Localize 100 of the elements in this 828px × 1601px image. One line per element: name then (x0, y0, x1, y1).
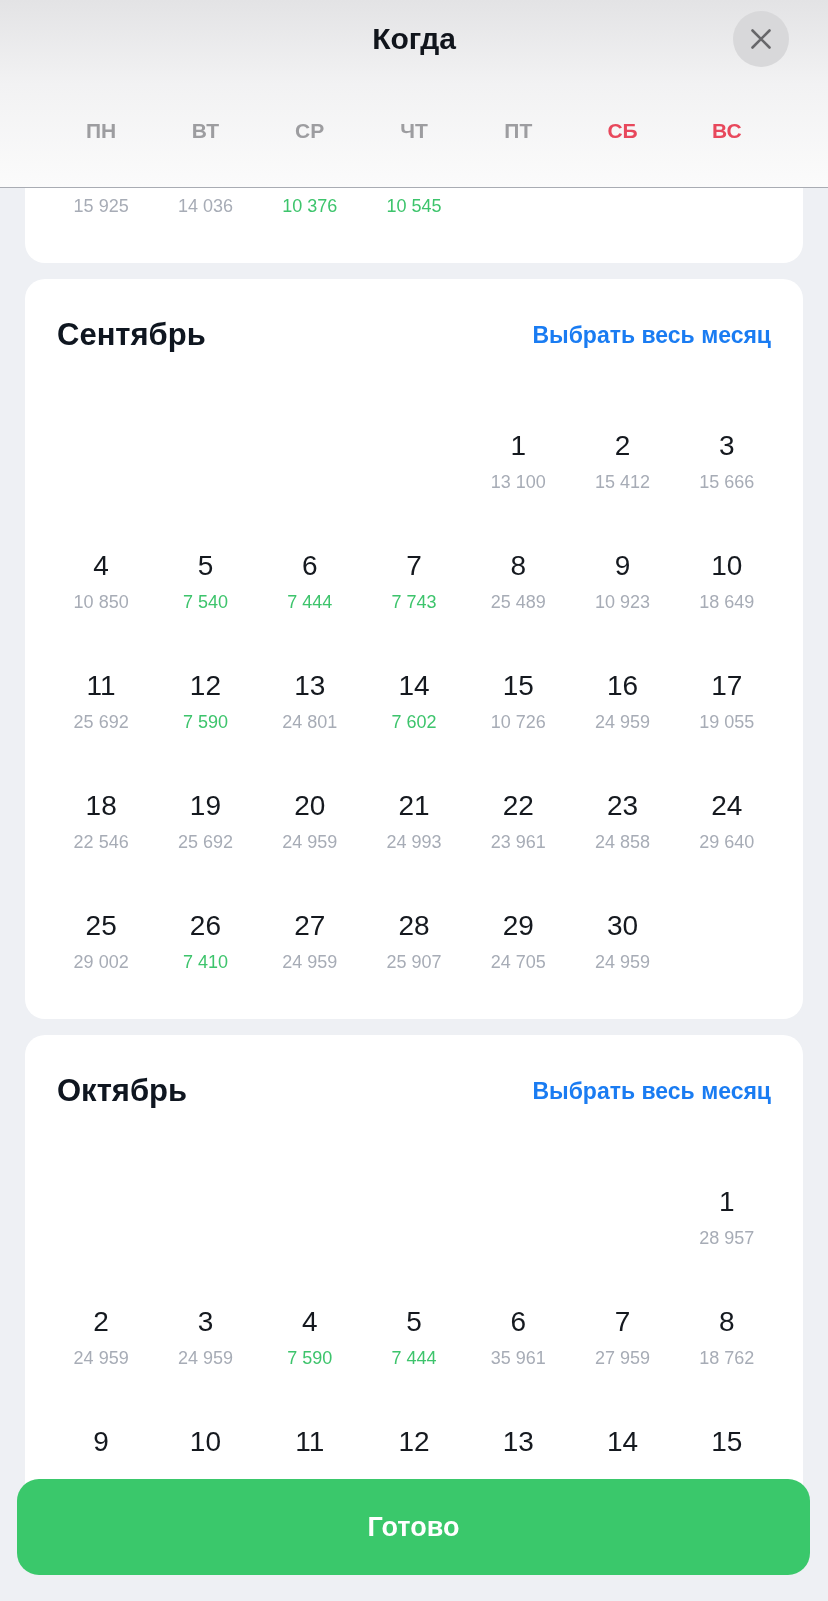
price-label: 23 961 (490, 831, 546, 853)
price-label: 29 002 (73, 951, 129, 973)
date-number[interactable]: 5 (406, 1305, 422, 1339)
date-number[interactable]: 14 (607, 1425, 639, 1459)
price-label: 28 957 (699, 1227, 755, 1249)
price-label: 7 590 (287, 1347, 333, 1369)
date-number[interactable]: 9 (93, 1425, 109, 1459)
date-number[interactable]: 4 (301, 1305, 318, 1339)
price-label: 7 540 (182, 591, 228, 613)
price-label: 14 036 (177, 195, 233, 217)
price-label: 35 961 (490, 1347, 546, 1369)
modal-title: Когда (372, 21, 456, 57)
price-label: 10 850 (73, 591, 129, 613)
date-number[interactable]: 19 (189, 789, 221, 823)
price-label: 18 762 (699, 1347, 755, 1369)
price-label: 24 959 (282, 831, 338, 853)
price-label: 25 489 (490, 591, 546, 613)
price-label: 7 743 (391, 591, 437, 613)
date-number[interactable]: 15 (711, 1425, 743, 1459)
date-number[interactable]: 11 (295, 1425, 325, 1459)
weekday-label: СБ (607, 118, 638, 144)
price-label: 24 959 (177, 1347, 233, 1369)
price-label: 24 959 (73, 1347, 129, 1369)
price-label: 24 959 (282, 951, 338, 973)
date-number[interactable]: 10 (711, 549, 743, 583)
date-number[interactable]: 24 (711, 789, 743, 823)
date-number[interactable]: 18 (85, 789, 117, 823)
weekday-label: ЧТ (400, 118, 428, 144)
price-label: 27 959 (595, 1347, 651, 1369)
price-label: 10 376 (282, 195, 338, 217)
price-label: 10 726 (490, 711, 546, 733)
date-number[interactable]: 11 (86, 669, 116, 703)
price-label: 7 444 (391, 1347, 437, 1369)
date-number[interactable]: 30 (607, 909, 639, 943)
select-month-link[interactable]: Выбрать весь месяц (532, 1077, 771, 1105)
date-number[interactable]: 12 (398, 1425, 430, 1459)
date-number[interactable]: 23 (607, 789, 639, 823)
date-number[interactable]: 9 (614, 549, 631, 583)
price-label: 25 907 (386, 951, 442, 973)
price-label: 18 649 (699, 591, 755, 613)
date-number[interactable]: 12 (189, 669, 221, 703)
price-label: 15 412 (595, 471, 651, 493)
date-number[interactable]: 17 (711, 669, 743, 703)
select-month-link[interactable]: Выбрать весь месяц (532, 321, 771, 349)
weekday-label: ПН (86, 118, 117, 144)
weekday-label: ВС (712, 118, 742, 144)
price-label: 24 705 (490, 951, 546, 973)
price-label: 10 923 (595, 591, 651, 613)
close-button[interactable] (733, 11, 789, 67)
date-number[interactable]: 10 (189, 1425, 221, 1459)
date-number[interactable]: 22 (502, 789, 534, 823)
date-number[interactable]: 29 (502, 909, 534, 943)
price-label: 24 801 (282, 711, 338, 733)
date-number[interactable]: 5 (197, 549, 214, 583)
date-number[interactable]: 8 (510, 549, 527, 583)
date-number[interactable]: 15 (502, 669, 534, 703)
close-icon (751, 29, 771, 49)
price-label: 25 692 (73, 711, 129, 733)
price-label: 19 055 (699, 711, 755, 733)
price-label: 7 410 (182, 951, 228, 973)
price-label: 7 602 (391, 711, 437, 733)
price-label: 24 993 (386, 831, 442, 853)
price-label: 29 640 (699, 831, 755, 853)
date-number[interactable]: 7 (614, 1305, 631, 1339)
date-number[interactable]: 3 (197, 1305, 214, 1339)
price-label: 7 590 (182, 711, 228, 733)
date-number[interactable]: 13 (502, 1425, 534, 1459)
price-label: 22 546 (73, 831, 129, 853)
price-label: 24 959 (595, 711, 651, 733)
date-number[interactable]: 13 (294, 669, 326, 703)
date-number[interactable]: 26 (189, 909, 221, 943)
price-label: 24 959 (595, 951, 651, 973)
price-label: 13 100 (490, 471, 546, 493)
date-number[interactable]: 27 (294, 909, 326, 943)
date-number[interactable]: 2 (93, 1305, 109, 1339)
price-label: 15 925 (73, 195, 129, 217)
date-number[interactable]: 6 (301, 549, 318, 583)
price-label: 10 545 (386, 195, 442, 217)
date-number[interactable]: 14 (398, 669, 430, 703)
date-number[interactable]: 6 (510, 1305, 527, 1339)
date-number[interactable]: 1 (510, 429, 527, 463)
date-number[interactable]: 7 (406, 549, 422, 583)
weekday-label: СР (295, 118, 325, 144)
date-number[interactable]: 20 (294, 789, 326, 823)
date-number[interactable]: 4 (93, 549, 109, 583)
date-number[interactable]: 2 (614, 429, 631, 463)
date-number[interactable]: 3 (719, 429, 735, 463)
weekday-label: ПТ (504, 118, 533, 144)
date-number[interactable]: 21 (398, 789, 430, 823)
price-label: 24 858 (595, 831, 651, 853)
price-label: 15 666 (699, 471, 755, 493)
date-number[interactable]: 1 (719, 1185, 735, 1219)
month-title: Октябрь (57, 1073, 188, 1109)
month-title: Сентябрь (57, 317, 206, 353)
date-number[interactable]: 8 (719, 1305, 735, 1339)
date-number[interactable]: 25 (85, 909, 117, 943)
price-label: 7 444 (287, 591, 333, 613)
date-number[interactable]: 16 (607, 669, 639, 703)
date-number[interactable]: 28 (398, 909, 430, 943)
weekday-label: ВТ (191, 118, 219, 144)
